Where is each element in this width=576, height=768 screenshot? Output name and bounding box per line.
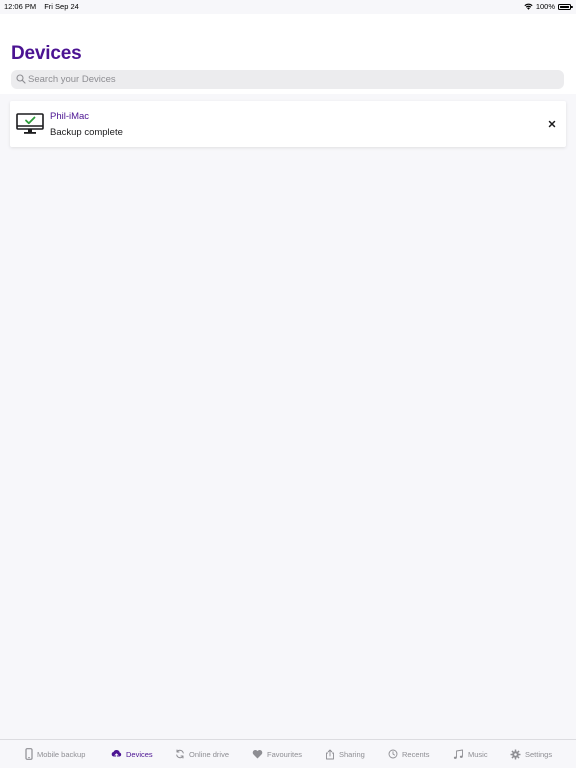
cloud-upload-icon (111, 750, 122, 759)
tab-favourites[interactable]: Favourites (252, 747, 302, 761)
battery-icon (558, 3, 573, 10)
search-bar[interactable] (11, 70, 564, 89)
status-bar: 12:06 PM Fri Sep 24 100% (0, 0, 576, 14)
search-icon (16, 74, 26, 84)
search-input[interactable] (28, 71, 548, 88)
tab-label: Mobile backup (37, 749, 86, 759)
battery-percent: 100% (535, 2, 555, 11)
tab-devices[interactable]: Devices (111, 747, 153, 761)
clock-icon (388, 749, 398, 759)
gear-icon (510, 749, 521, 759)
tab-label: Music (468, 749, 488, 759)
tab-label: Recents (402, 749, 430, 759)
status-time: 12:06 PM (4, 2, 37, 11)
monitor-check-icon (16, 113, 44, 134)
tab-settings[interactable]: Settings (510, 747, 552, 761)
share-icon (326, 749, 334, 759)
tab-label: Online drive (189, 749, 230, 759)
tab-online-drive[interactable]: Online drive (175, 747, 229, 761)
device-name: Phil-iMac (50, 111, 90, 122)
tab-label: Sharing (339, 749, 365, 759)
music-note-icon (453, 749, 463, 759)
status-date: Fri Sep 24 (44, 2, 79, 11)
tab-mobile-backup[interactable]: Mobile backup (25, 747, 85, 761)
tab-sharing[interactable]: Sharing (325, 747, 365, 761)
tab-label: Settings (525, 749, 553, 759)
tab-label: Favourites (267, 749, 303, 759)
tab-bar: Mobile backup Devices Online drive Favou… (0, 739, 576, 768)
phone-icon (25, 748, 33, 760)
close-icon[interactable] (547, 119, 557, 129)
tab-music[interactable]: Music (453, 747, 488, 761)
sync-icon (176, 749, 184, 759)
tab-recents[interactable]: Recents (388, 747, 430, 761)
device-status: Backup complete (50, 127, 123, 138)
heart-icon (252, 749, 263, 759)
tab-label: Devices (126, 749, 153, 759)
device-card[interactable]: Phil-iMac Backup complete (10, 101, 566, 147)
page-title: Devices (11, 43, 82, 64)
wifi-icon (524, 3, 533, 10)
